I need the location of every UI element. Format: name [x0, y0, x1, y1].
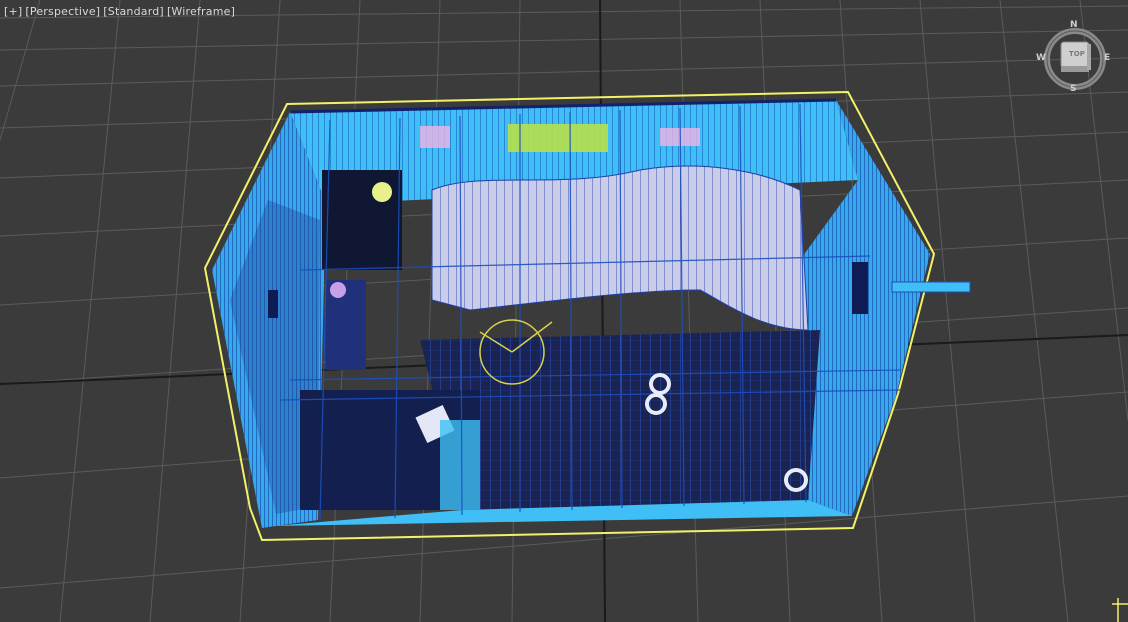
viewport-plus-menu[interactable]: [+] [4, 5, 22, 18]
scene-canvas[interactable] [0, 0, 1128, 622]
viewport-display-mode-menu[interactable]: [Wireframe] [167, 5, 235, 18]
viewport-corner-marker [1112, 598, 1128, 622]
compass-west-label[interactable]: W [1036, 53, 1046, 63]
grid-axis-lines [0, 0, 1128, 622]
compass-south-label[interactable]: S [1070, 84, 1076, 94]
ground-grid [0, 0, 1128, 622]
viewcube-face-label[interactable]: TOP [1069, 50, 1085, 58]
viewport-shading-menu[interactable]: [Standard] [103, 5, 164, 18]
compass-north-label[interactable]: N [1070, 20, 1078, 30]
viewport-view-menu[interactable]: [Perspective] [25, 5, 100, 18]
compass-east-label[interactable]: E [1104, 53, 1110, 63]
viewport-label-menu: [+] [Perspective] [Standard] [Wireframe] [4, 5, 235, 18]
3d-viewport[interactable]: [+] [Perspective] [Standard] [Wireframe]… [0, 0, 1128, 622]
viewcube[interactable]: TOP N S E W [1036, 20, 1114, 98]
